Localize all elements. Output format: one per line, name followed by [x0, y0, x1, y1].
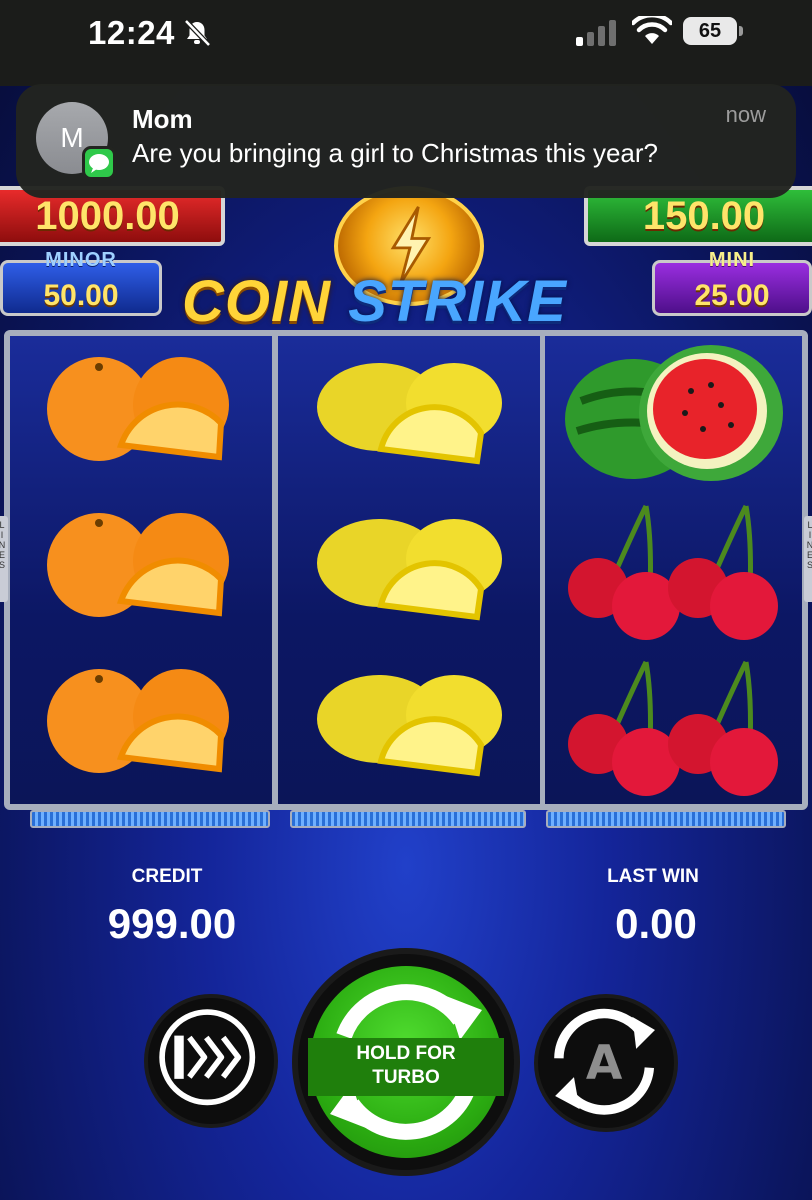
mini-jackpot-value: 25.00 — [694, 279, 770, 312]
svg-text:A: A — [586, 1036, 623, 1091]
credit-value: 999.00 — [107, 900, 237, 947]
reel-indicator-strip — [30, 810, 270, 828]
grand-jackpot-value: 150.00 — [642, 194, 766, 238]
paylines-tab-left[interactable]: LINES — [0, 516, 8, 602]
status-bar: 12:24 65 — [0, 0, 812, 86]
reel-indicator-strip — [290, 810, 526, 828]
messages-icon — [82, 146, 116, 180]
major-jackpot-value: 1000.00 — [35, 194, 180, 238]
fast-play-button[interactable] — [144, 994, 278, 1128]
credit-label: CREDIT — [131, 866, 203, 887]
symbol-lemon — [278, 336, 540, 492]
cellular-signal-icon — [576, 20, 616, 46]
mini-jackpot: MINI 25.00 — [652, 249, 812, 316]
symbol-watermelon — [545, 336, 802, 492]
symbol-lemon — [278, 648, 540, 804]
notification-sender: Mom — [132, 104, 193, 134]
reel-indicator-strip — [546, 810, 786, 828]
spin-button-label: HOLD FOR TURBO — [356, 1043, 456, 1088]
wifi-icon — [632, 16, 672, 44]
game-logo: COIN STRIKE — [182, 268, 632, 338]
reel-1 — [10, 336, 272, 804]
notification-time: now — [725, 102, 766, 127]
autoplay-button[interactable]: A — [534, 994, 678, 1132]
symbol-cherry — [545, 648, 802, 804]
slot-game: 1000.00 150.00 MINOR 50.00 MINI 25.00 CO… — [0, 86, 812, 1200]
clock-time: 12:24 — [88, 14, 175, 51]
symbol-orange — [10, 492, 272, 648]
spin-button[interactable]: HOLD FOR TURBO — [292, 948, 520, 1176]
reels-frame — [4, 330, 808, 810]
bell-muted-icon — [184, 19, 211, 47]
minor-jackpot: MINOR 50.00 — [0, 249, 162, 316]
symbol-orange — [10, 648, 272, 804]
logo-coin-text: COIN — [182, 269, 331, 334]
reel-3 — [545, 336, 802, 804]
mini-jackpot-label: MINI — [708, 249, 756, 271]
symbol-cherry — [545, 492, 802, 648]
reel-2 — [278, 336, 540, 804]
spin-button-face: HOLD FOR TURBO — [308, 966, 504, 1158]
message-notification[interactable]: M Mom now Are you bringing a girl to Chr… — [16, 84, 796, 198]
minor-jackpot-label: MINOR — [45, 249, 117, 271]
fast-forward-icon — [159, 1009, 256, 1106]
symbol-orange — [10, 336, 272, 492]
notification-message: Are you bringing a girl to Christmas thi… — [132, 138, 659, 168]
minor-jackpot-value: 50.00 — [43, 279, 119, 312]
paylines-tab-right[interactable]: LINES — [804, 516, 812, 602]
logo-strike-text: STRIKE — [348, 269, 567, 334]
last-win-value: 0.00 — [615, 900, 697, 947]
battery-icon: 65 — [683, 17, 743, 45]
symbol-lemon — [278, 492, 540, 648]
last-win-label: LAST WIN — [607, 866, 699, 887]
autoplay-icon: A — [554, 1008, 655, 1115]
